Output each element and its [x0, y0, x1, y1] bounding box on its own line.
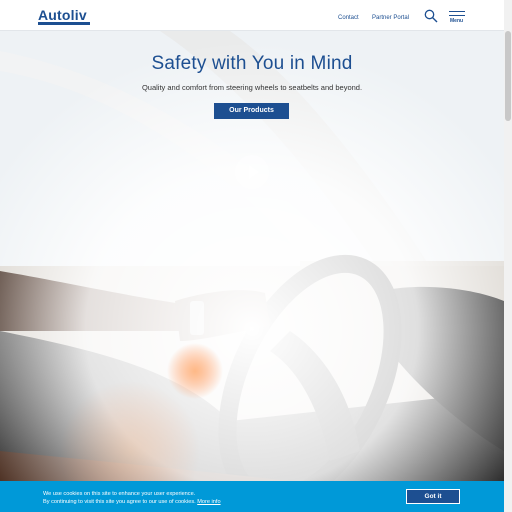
- menu-label: Menu: [450, 18, 464, 24]
- got-it-button[interactable]: Got it: [406, 489, 460, 504]
- cookie-message-line2: By continuing to visit this site you agr…: [43, 498, 221, 506]
- cookie-message-line2-text: By continuing to visit this site you agr…: [43, 499, 196, 505]
- page-scrollbar[interactable]: [504, 0, 512, 512]
- scrollbar-thumb[interactable]: [505, 31, 511, 121]
- hero-title: Safety with You in Mind: [151, 53, 353, 74]
- our-products-button[interactable]: Our Products: [214, 103, 289, 119]
- hero-subtitle: Quality and comfort from steering wheels…: [141, 83, 363, 92]
- site-header: Autoliv Contact Partner Portal Menu: [0, 0, 512, 30]
- cookie-message: We use cookies on this site to enhance y…: [43, 490, 221, 506]
- nav-contact-link[interactable]: Contact: [338, 15, 359, 21]
- cookie-banner: We use cookies on this site to enhance y…: [0, 481, 504, 512]
- search-icon: [424, 9, 438, 23]
- autoliv-logo[interactable]: Autoliv: [38, 7, 87, 23]
- logo-underline: [38, 22, 90, 25]
- play-icon: [249, 165, 259, 179]
- nav-partner-portal-link[interactable]: Partner Portal: [372, 15, 409, 21]
- video-play-button[interactable]: [235, 155, 269, 189]
- menu-button[interactable]: Menu: [449, 11, 467, 25]
- cookie-message-line1: We use cookies on this site to enhance y…: [43, 491, 196, 497]
- more-info-link[interactable]: More info: [197, 499, 220, 505]
- hero-section: Safety with You in Mind Quality and comf…: [0, 31, 504, 512]
- search-button[interactable]: [424, 9, 438, 23]
